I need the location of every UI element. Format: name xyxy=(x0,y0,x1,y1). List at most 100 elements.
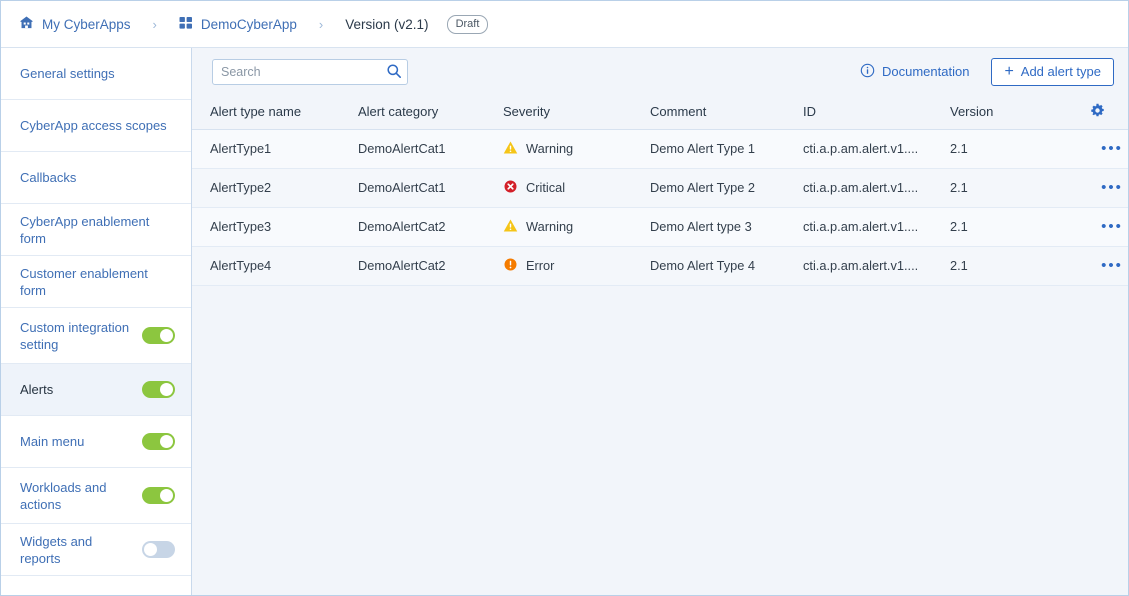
severity-label: Error xyxy=(526,258,555,273)
add-alert-type-button[interactable]: + Add alert type xyxy=(991,57,1114,86)
sidebar-item-label: Alerts xyxy=(20,382,54,397)
column-header-version[interactable]: Version xyxy=(932,95,1072,130)
cell-alert-type-name: AlertType3 xyxy=(192,207,340,247)
alert-types-table: Alert type name Alert category Severity … xyxy=(192,95,1128,286)
table-row[interactable]: AlertType2 DemoAlertCat1 Critical Demo A… xyxy=(192,168,1128,208)
breadcrumb-item-my-cyberapps[interactable]: My CyberApps xyxy=(19,15,131,33)
cell-actions: ••• xyxy=(1072,207,1128,247)
sidebar-item-custom-integration-setting[interactable]: Custom integration setting xyxy=(1,308,191,364)
row-menu-icon[interactable]: ••• xyxy=(1101,140,1123,157)
sidebar-item-label: Callbacks xyxy=(20,170,77,185)
column-header-severity[interactable]: Severity xyxy=(485,95,632,130)
cell-severity: Error xyxy=(485,246,632,286)
sidebar-item-customer-enablement-form[interactable]: Customer enablement form xyxy=(1,256,191,308)
info-circle-icon xyxy=(860,63,875,81)
home-icon xyxy=(19,15,34,33)
critical-circle-x-icon xyxy=(503,179,518,197)
sidebar-item-label: Workloads and actions xyxy=(20,479,107,512)
sidebar-item-cyberapp-access-scopes[interactable]: CyberApp access scopes xyxy=(1,100,191,152)
breadcrumb-item-app[interactable]: DemoCyberApp xyxy=(179,16,297,33)
cell-actions: ••• xyxy=(1072,246,1128,286)
sidebar-item-label: Customer enablement form xyxy=(20,265,148,298)
error-circle-exclamation-icon xyxy=(503,257,518,275)
plus-icon: + xyxy=(1004,62,1014,80)
row-menu-icon[interactable]: ••• xyxy=(1101,179,1123,196)
cell-alert-category: DemoAlertCat2 xyxy=(340,207,485,247)
cell-severity: Critical xyxy=(485,168,632,208)
cell-alert-category: DemoAlertCat1 xyxy=(340,168,485,208)
cell-alert-type-name: AlertType2 xyxy=(192,168,340,208)
column-header-id[interactable]: ID xyxy=(785,95,932,130)
cell-actions: ••• xyxy=(1072,168,1128,208)
cell-alert-category: DemoAlertCat2 xyxy=(340,246,485,286)
alert-types-table-container: Alert type name Alert category Severity … xyxy=(192,95,1128,595)
toolbar: Documentation + Add alert type xyxy=(192,48,1128,95)
sidebar-item-alerts[interactable]: Alerts xyxy=(1,364,191,416)
sidebar: General settings CyberApp access scopes … xyxy=(1,48,192,595)
severity-label: Warning xyxy=(526,219,574,234)
cell-comment: Demo Alert Type 4 xyxy=(632,246,785,286)
severity-label: Warning xyxy=(526,141,574,156)
severity-label: Critical xyxy=(526,180,566,195)
column-header-settings xyxy=(1072,95,1128,130)
cell-comment: Demo Alert Type 2 xyxy=(632,168,785,208)
status-badge: Draft xyxy=(446,14,489,34)
search-input[interactable] xyxy=(212,58,408,85)
sidebar-item-widgets-and-reports[interactable]: Widgets and reports xyxy=(1,524,191,576)
main-content: Documentation + Add alert type Alert typ… xyxy=(192,48,1128,595)
sidebar-toggle-alerts[interactable] xyxy=(142,381,175,398)
sidebar-item-callbacks[interactable]: Callbacks xyxy=(1,152,191,204)
sidebar-item-label: CyberApp enablement form xyxy=(20,213,150,246)
breadcrumb-label-version: Version (v2.1) xyxy=(345,16,429,32)
cell-id: cti.a.p.am.alert.v1.... xyxy=(785,129,932,169)
column-header-alert-category[interactable]: Alert category xyxy=(340,95,485,130)
search-container xyxy=(212,58,408,85)
column-header-comment[interactable]: Comment xyxy=(632,95,785,130)
cell-severity: Warning xyxy=(485,129,632,169)
sidebar-toggle-custom-integration-setting[interactable] xyxy=(142,327,175,344)
breadcrumb-item-version: Version (v2.1) Draft xyxy=(345,14,489,34)
cell-id: cti.a.p.am.alert.v1.... xyxy=(785,207,932,247)
sidebar-item-general-settings[interactable]: General settings xyxy=(1,48,191,100)
sidebar-toggle-main-menu[interactable] xyxy=(142,433,175,450)
sidebar-item-cyberapp-enablement-form[interactable]: CyberApp enablement form xyxy=(1,204,191,256)
warning-triangle-icon xyxy=(503,140,518,158)
breadcrumb-separator-2: › xyxy=(318,16,324,32)
table-row[interactable]: AlertType1 DemoAlertCat1 Warning Demo Al… xyxy=(192,129,1128,169)
cell-id: cti.a.p.am.alert.v1.... xyxy=(785,168,932,208)
documentation-label: Documentation xyxy=(881,64,970,79)
table-row[interactable]: AlertType4 DemoAlertCat2 Error Demo Aler… xyxy=(192,246,1128,286)
row-menu-icon[interactable]: ••• xyxy=(1101,257,1123,274)
cell-alert-category: DemoAlertCat1 xyxy=(340,129,485,169)
gear-icon[interactable] xyxy=(1090,103,1105,118)
breadcrumb: My CyberApps › DemoCyberApp › Version (v… xyxy=(1,1,1128,48)
sidebar-toggle-widgets-and-reports[interactable] xyxy=(142,541,175,558)
app-window: My CyberApps › DemoCyberApp › Version (v… xyxy=(0,0,1129,596)
cell-version: 2.1 xyxy=(932,129,1072,169)
table-row[interactable]: AlertType3 DemoAlertCat2 Warning Demo Al… xyxy=(192,207,1128,247)
sidebar-item-label: CyberApp access scopes xyxy=(20,118,167,133)
cell-version: 2.1 xyxy=(932,246,1072,286)
sidebar-item-label: Main menu xyxy=(20,434,85,449)
breadcrumb-label-my-cyberapps: My CyberApps xyxy=(42,16,131,32)
cell-alert-type-name: AlertType1 xyxy=(192,129,340,169)
body: General settings CyberApp access scopes … xyxy=(1,48,1128,595)
table-header-row: Alert type name Alert category Severity … xyxy=(192,95,1128,130)
column-header-alert-type-name[interactable]: Alert type name xyxy=(192,95,340,130)
cell-comment: Demo Alert Type 1 xyxy=(632,129,785,169)
grid-squares-icon xyxy=(179,16,193,33)
table-header: Alert type name Alert category Severity … xyxy=(192,95,1128,130)
documentation-link[interactable]: Documentation xyxy=(860,63,969,81)
table-body: AlertType1 DemoAlertCat1 Warning Demo Al… xyxy=(192,129,1128,286)
cell-actions: ••• xyxy=(1072,129,1128,169)
sidebar-item-label: Widgets and reports xyxy=(20,533,93,566)
cell-comment: Demo Alert type 3 xyxy=(632,207,785,247)
row-menu-icon[interactable]: ••• xyxy=(1101,218,1123,235)
breadcrumb-separator-1: › xyxy=(152,16,157,32)
warning-triangle-icon xyxy=(503,218,518,236)
sidebar-item-label: General settings xyxy=(20,66,115,81)
sidebar-toggle-workloads-and-actions[interactable] xyxy=(142,487,175,504)
sidebar-item-workloads-and-actions[interactable]: Workloads and actions xyxy=(1,468,191,524)
add-alert-type-label: Add alert type xyxy=(1020,64,1101,79)
sidebar-item-main-menu[interactable]: Main menu xyxy=(1,416,191,468)
